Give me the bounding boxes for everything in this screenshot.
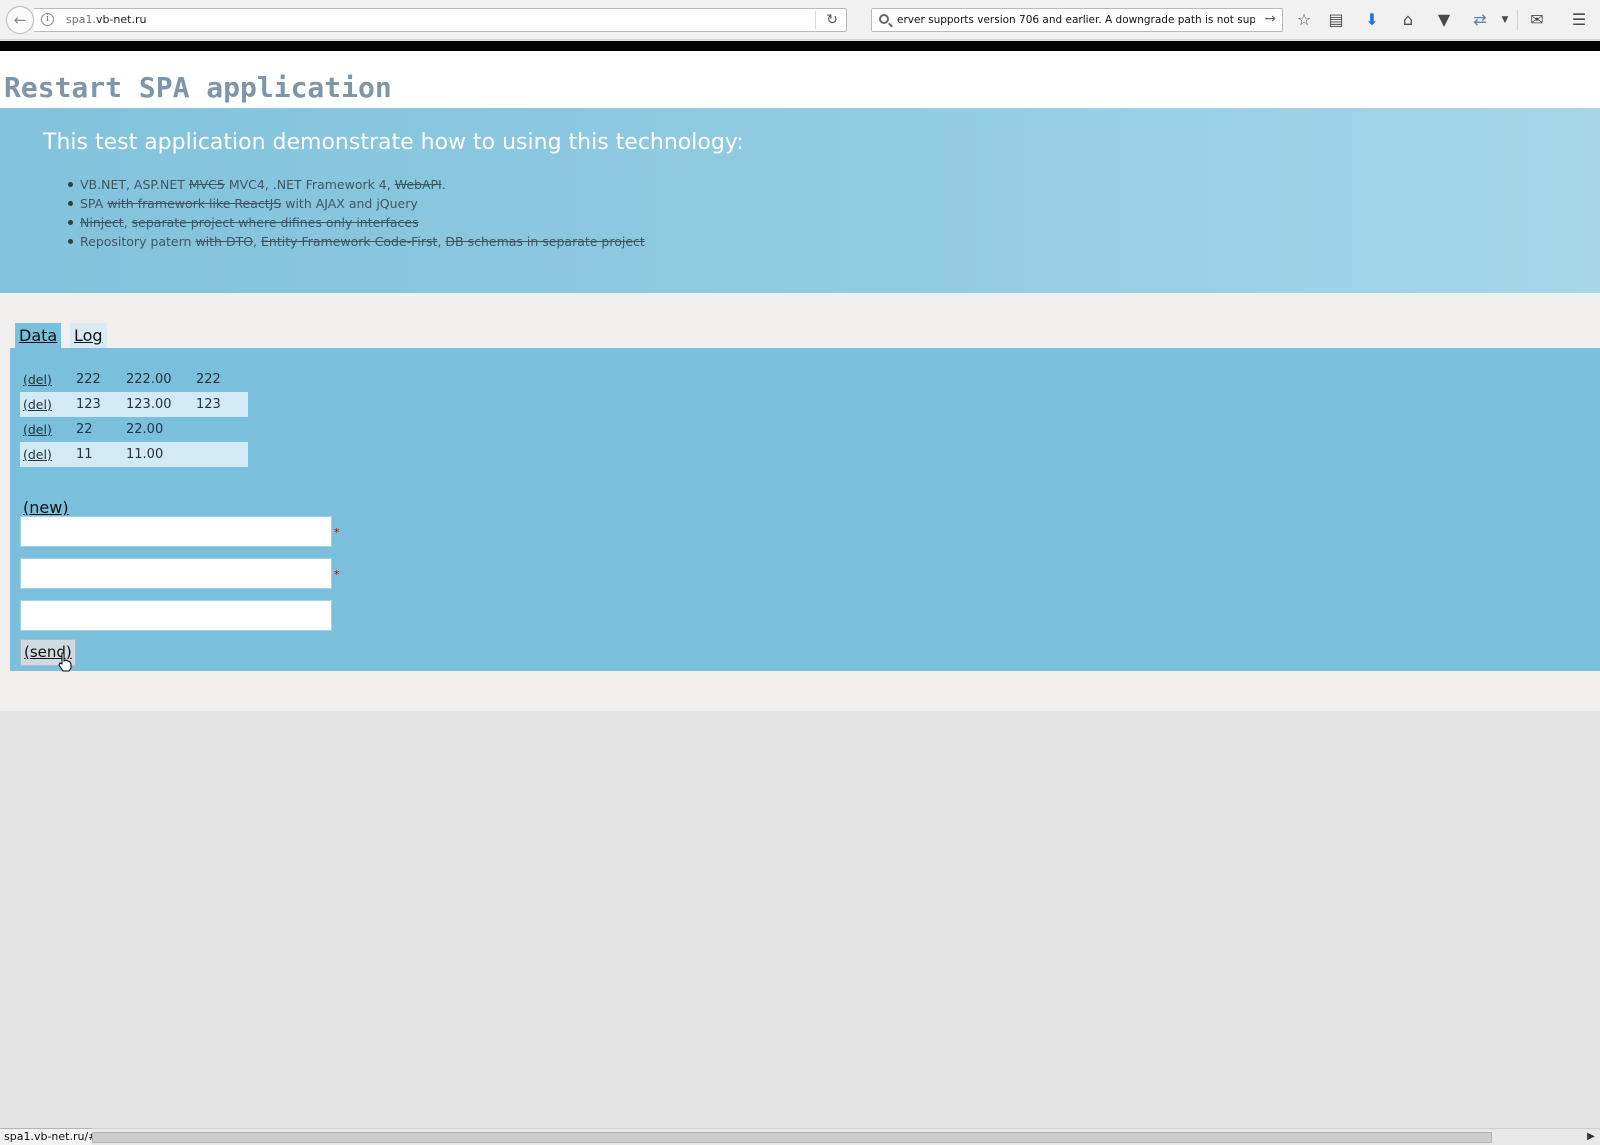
tech-list-item: VB.NET, ASP.NET MVC5 MVC4, .NET Framewor… [68, 175, 645, 194]
chat-icon[interactable]: ✉ [1526, 9, 1548, 31]
required-mark-1: * [334, 526, 340, 539]
url-bar[interactable]: i spa1.vb-net.ru ↻ [34, 8, 847, 32]
tab-log[interactable]: Log [70, 323, 107, 349]
table-cell: 222 [196, 372, 221, 387]
list-text: , [123, 215, 132, 230]
url-text: spa1.vb-net.ru [66, 13, 146, 26]
menu-icon[interactable]: ☰ [1568, 9, 1590, 31]
tech-list-item: Ninject, separate project where difines … [68, 213, 645, 232]
status-url: spa1.vb-net.ru/# [0, 1128, 103, 1145]
struck-text: Ninject [80, 215, 124, 230]
banner-heading: This test application demonstrate how to… [43, 130, 744, 155]
table-cell: 123 [76, 392, 126, 417]
struck-text: WebAPI [394, 177, 442, 192]
url-prefix: spa1. [66, 13, 96, 26]
struck-text: Entity Framework Code-First [261, 234, 438, 249]
table-cell-del: (del) [20, 442, 76, 467]
bookmark-star-icon[interactable]: ☆ [1293, 9, 1315, 31]
new-link[interactable]: (new) [23, 498, 69, 517]
search-go-icon[interactable]: → [1264, 11, 1276, 27]
dropdown-arrow-icon[interactable]: ▼ [1494, 9, 1516, 31]
table-row: (del) 222 222.00 222 [20, 367, 248, 392]
table-cell: 22.00 [126, 422, 164, 437]
content-area: Data Log (del) 222 222.00 222 (del) 123 123.00… [0, 293, 1600, 711]
table-cell: 11 [76, 442, 126, 467]
struck-text: with DTO [195, 234, 254, 249]
struck-text: separate project where difines only inte… [131, 215, 419, 230]
site-info-icon[interactable]: i [41, 13, 54, 26]
tab-data[interactable]: Data [15, 323, 62, 349]
value-field-1[interactable] [20, 516, 332, 547]
scroll-right-arrow-icon[interactable]: ▶ [1584, 1129, 1598, 1145]
pocket-icon[interactable]: ▼ [1433, 9, 1455, 31]
back-button[interactable]: ← [6, 6, 34, 34]
tech-list-item: SPA with framework like ReactJS with AJA… [68, 194, 645, 213]
data-panel: (del) 222 222.00 222 (del) 123 123.00 123 (del) 2… [10, 348, 1600, 671]
search-bar[interactable]: erver supports version 706 and earlier. … [871, 8, 1283, 32]
table-row: (del) 11 11.00 [20, 442, 248, 467]
list-text: . [441, 177, 446, 192]
reload-icon[interactable]: ↻ [826, 12, 838, 28]
list-text: with AJAX and jQuery [281, 196, 418, 211]
hand-cursor-icon [58, 652, 72, 672]
page-header: Restart SPA application [0, 51, 1600, 108]
value-field-3[interactable] [20, 600, 332, 631]
tech-list-item: Repository patern with DTO, Entity Frame… [68, 232, 645, 251]
black-bar [0, 41, 1600, 51]
struck-text: MVC5 [188, 177, 225, 192]
horizontal-scrollbar[interactable]: ▶ [92, 1128, 1600, 1145]
search-icon [879, 14, 889, 24]
table-cell: 222 [76, 372, 101, 387]
list-text: Repository patern [80, 234, 196, 249]
scrollbar-thumb[interactable] [92, 1132, 1492, 1143]
table-row: (del) 22 22.00 [20, 417, 248, 442]
sync-icon[interactable]: ⇄ [1469, 9, 1491, 31]
table-cell: 123 [196, 392, 248, 417]
delete-link[interactable]: (del) [23, 397, 52, 412]
list-text: SPA [80, 196, 108, 211]
url-domain: vb-net.ru [95, 13, 147, 26]
reading-list-icon[interactable]: ▤ [1325, 9, 1347, 31]
table-cell: 222.00 [126, 372, 172, 387]
table-cell-del: (del) [20, 417, 76, 442]
table-cell: 123.00 [126, 392, 196, 417]
toolbar-divider [1517, 10, 1518, 30]
tech-banner: This test application demonstrate how to… [0, 108, 1600, 293]
table-cell: 22 [76, 422, 93, 437]
list-text: MVC4, .NET Framework 4, [224, 177, 395, 192]
downloads-icon[interactable]: ⬇ [1361, 9, 1383, 31]
search-text: erver supports version 706 and earlier. … [897, 14, 1255, 26]
back-arrow-icon: ← [13, 11, 27, 29]
browser-toolbar: ← i spa1.vb-net.ru ↻ erver supports vers… [0, 0, 1600, 40]
list-text: VB.NET, ASP.NET [80, 177, 189, 192]
table-cell-del: (del) [20, 392, 76, 417]
struck-text: with framework like ReactJS [107, 196, 282, 211]
struck-text: DB schemas in separate project [445, 234, 645, 249]
delete-link[interactable]: (del) [23, 447, 52, 462]
table-cell-del: (del) [20, 367, 76, 392]
required-mark-2: * [334, 568, 340, 581]
data-table: (del) 222 222.00 222 (del) 123 123.00 123 (del) 2… [20, 367, 248, 467]
page-title: Restart SPA application [4, 71, 392, 104]
home-icon[interactable]: ⌂ [1397, 9, 1419, 31]
table-cell: 11.00 [126, 442, 196, 467]
tech-list: VB.NET, ASP.NET MVC5 MVC4, .NET Framewor… [68, 175, 645, 251]
delete-link[interactable]: (del) [23, 422, 52, 437]
table-cell [196, 442, 248, 467]
table-row: (del) 123 123.00 123 [20, 392, 248, 417]
value-field-2[interactable] [20, 558, 332, 589]
table-cell [196, 417, 248, 442]
delete-link[interactable]: (del) [23, 372, 52, 387]
list-text: , [253, 234, 261, 249]
url-divider [815, 11, 816, 29]
